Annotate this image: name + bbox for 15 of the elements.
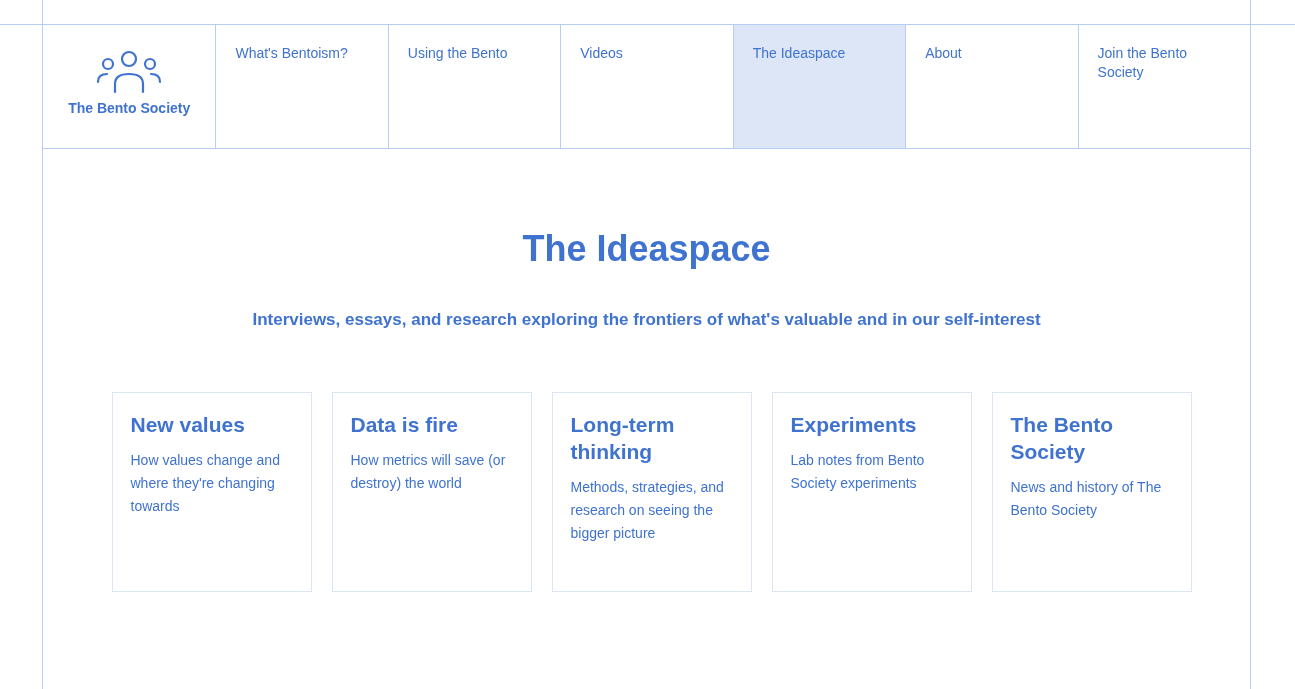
nav-link[interactable]: The Ideaspace [732, 25, 906, 148]
people-group-icon [96, 49, 163, 94]
nav-link[interactable]: What's Bentoism? [215, 25, 388, 148]
logo-link[interactable]: The Bento Society [43, 25, 216, 148]
nav-link[interactable]: Join the Bento Society [1077, 25, 1250, 148]
page-title: The Ideaspace [522, 227, 771, 271]
nav-link[interactable]: Videos [560, 25, 733, 148]
topic-card[interactable]: Experiments Lab notes from Bento Society experiments [771, 392, 972, 592]
topic-card[interactable]: The Bento Society News and history of The Bento Society [991, 392, 1192, 592]
nav-link[interactable]: Using the Bento [387, 25, 561, 148]
topic-card[interactable]: Data is fire How metrics will save (or destroy) the world [331, 392, 532, 592]
topic-card[interactable]: Long-term thinking Methods, strategies, and research on seeing the bigger picture [551, 392, 752, 592]
topic-card[interactable]: New values How values change and where they're changing towards [111, 392, 312, 592]
page-subtitle: Interviews, essays, and research exploring the frontiers of what's valuable and in our self-interest [252, 310, 1041, 330]
nav-link[interactable]: About [905, 25, 1078, 148]
